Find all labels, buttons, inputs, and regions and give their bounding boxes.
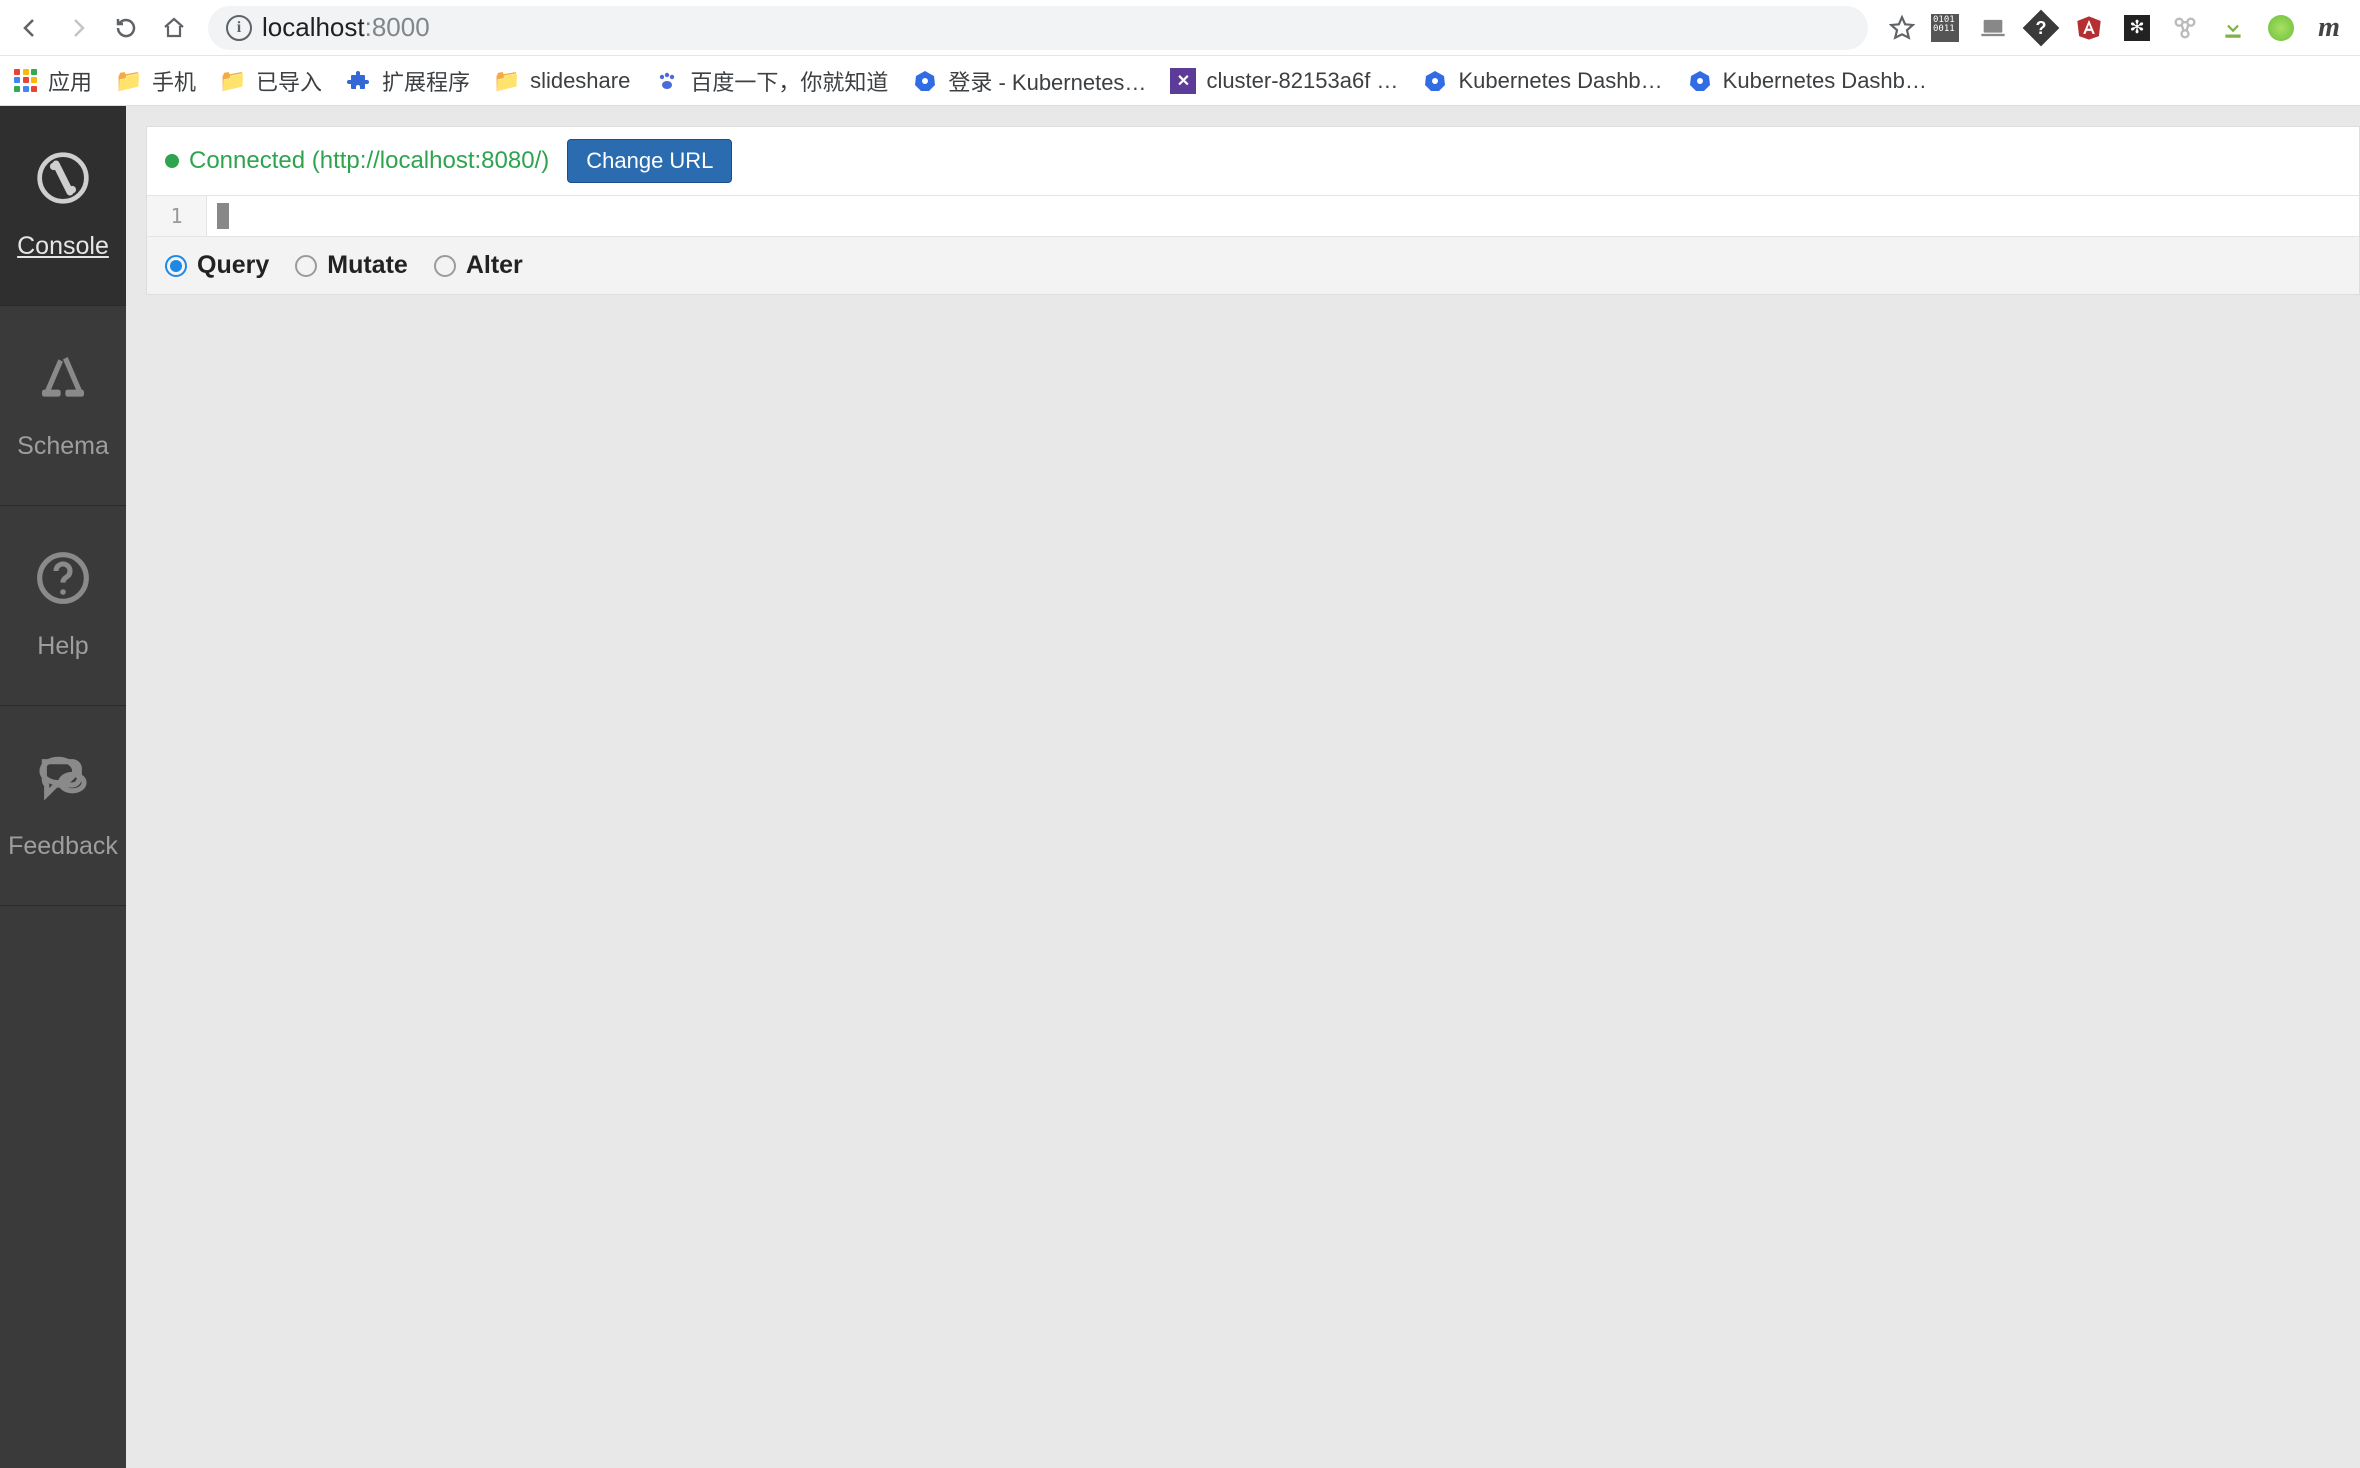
radio-query[interactable]: Query <box>165 251 269 280</box>
sidebar-item-help[interactable]: Help <box>0 506 126 706</box>
apps-label: 应用 <box>48 65 92 97</box>
panel-header: Connected (http://localhost:8080/) Chang… <box>147 127 2359 196</box>
laptop-extension-icon[interactable] <box>1978 13 2008 43</box>
main-area: Console Schema Help Feedback <box>0 106 2360 1468</box>
puzzle-icon <box>346 68 372 94</box>
paw-icon <box>654 68 680 94</box>
code-input-area[interactable] <box>207 196 2359 236</box>
site-info-icon[interactable]: i <box>226 15 252 41</box>
home-button[interactable] <box>154 8 194 48</box>
connection-status: Connected (http://localhost:8080/) <box>165 147 549 175</box>
browser-toolbar: i localhost:8000 01010011 ? ✻ m <box>0 0 2360 56</box>
bookmark-item[interactable]: ✕ cluster-82153a6f … <box>1170 68 1398 94</box>
address-bar[interactable]: i localhost:8000 <box>208 6 1868 50</box>
bookmark-label: slideshare <box>530 68 630 94</box>
panel-footer: Query Mutate Alter <box>147 236 2359 294</box>
back-button[interactable] <box>10 8 50 48</box>
change-url-button[interactable]: Change URL <box>567 139 732 183</box>
bookmark-label: 登录 - Kubernetes… <box>948 65 1146 97</box>
x-box-icon: ✕ <box>1170 68 1196 94</box>
sidebar-item-console[interactable]: Console <box>0 106 126 306</box>
content-area: Connected (http://localhost:8080/) Chang… <box>126 106 2360 1468</box>
bookmark-item[interactable]: Kubernetes Dashb… <box>1422 68 1662 94</box>
bookmark-label: 百度一下，你就知道 <box>690 65 888 97</box>
apps-grid-icon <box>14 69 38 93</box>
status-dot-icon <box>165 154 179 168</box>
kubernetes-icon <box>1422 68 1448 94</box>
bookmark-label: Kubernetes Dashb… <box>1723 68 1927 94</box>
bookmark-label: 手机 <box>152 65 196 97</box>
kubernetes-icon <box>1687 68 1713 94</box>
green-dot-extension-icon[interactable] <box>2266 13 2296 43</box>
angular-extension-icon[interactable] <box>2074 13 2104 43</box>
radio-icon <box>295 255 317 277</box>
bookmark-item[interactable]: 扩展程序 <box>346 65 470 97</box>
radio-alter[interactable]: Alter <box>434 251 523 280</box>
radio-mutate[interactable]: Mutate <box>295 251 408 280</box>
bookmark-label: 扩展程序 <box>382 65 470 97</box>
kubernetes-icon <box>912 68 938 94</box>
extensions-row: 01010011 ? ✻ m <box>1930 13 2350 43</box>
bookmark-item[interactable]: 登录 - Kubernetes… <box>912 65 1146 97</box>
download-extension-icon[interactable] <box>2218 13 2248 43</box>
bookmark-item[interactable]: 📁 已导入 <box>220 65 322 97</box>
m-extension-icon[interactable]: m <box>2314 13 2344 43</box>
url-host: localhost <box>262 12 365 42</box>
sidebar-item-schema[interactable]: Schema <box>0 306 126 506</box>
radio-icon <box>165 255 187 277</box>
query-panel: Connected (http://localhost:8080/) Chang… <box>146 126 2360 295</box>
bookmarks-bar: 应用 📁 手机 📁 已导入 扩展程序 📁 slideshare 百度一下，你就知… <box>0 56 2360 106</box>
schema-icon <box>35 350 91 418</box>
radio-label: Mutate <box>327 251 408 280</box>
radio-label: Alter <box>466 251 523 280</box>
folder-icon: 📁 <box>220 68 246 94</box>
forward-button[interactable] <box>58 8 98 48</box>
code-editor[interactable]: 1 <box>147 196 2359 236</box>
snowflake-extension-icon[interactable]: ✻ <box>2122 13 2152 43</box>
bookmark-label: 已导入 <box>256 65 322 97</box>
bookmark-label: cluster-82153a6f … <box>1206 68 1398 94</box>
binary-extension-icon[interactable]: 01010011 <box>1930 13 1960 43</box>
bookmark-item[interactable]: 百度一下，你就知道 <box>654 65 888 97</box>
bookmark-item[interactable]: Kubernetes Dashb… <box>1687 68 1927 94</box>
question-extension-icon[interactable]: ? <box>2026 13 2056 43</box>
sidebar-item-label: Schema <box>17 432 109 461</box>
sidebar-item-label: Feedback <box>8 832 118 861</box>
feedback-icon <box>35 750 91 818</box>
chain-extension-icon[interactable] <box>2170 13 2200 43</box>
sidebar-item-label: Help <box>37 632 88 661</box>
radio-icon <box>434 255 456 277</box>
bookmark-star-button[interactable] <box>1882 8 1922 48</box>
url-port: :8000 <box>365 12 430 42</box>
console-icon <box>35 150 91 218</box>
radio-label: Query <box>197 251 269 280</box>
url-text: localhost:8000 <box>262 12 430 43</box>
bookmark-item[interactable]: 📁 手机 <box>116 65 196 97</box>
app-sidebar: Console Schema Help Feedback <box>0 106 126 1468</box>
folder-icon: 📁 <box>494 68 520 94</box>
reload-button[interactable] <box>106 8 146 48</box>
text-cursor <box>217 203 229 229</box>
bookmark-label: Kubernetes Dashb… <box>1458 68 1662 94</box>
status-text: Connected (http://localhost:8080/) <box>189 147 549 175</box>
sidebar-item-feedback[interactable]: Feedback <box>0 706 126 906</box>
apps-shortcut[interactable]: 应用 <box>14 65 92 97</box>
bookmark-item[interactable]: 📁 slideshare <box>494 68 630 94</box>
help-icon <box>35 550 91 618</box>
folder-icon: 📁 <box>116 68 142 94</box>
line-number: 1 <box>147 196 207 236</box>
sidebar-item-label: Console <box>17 232 109 261</box>
